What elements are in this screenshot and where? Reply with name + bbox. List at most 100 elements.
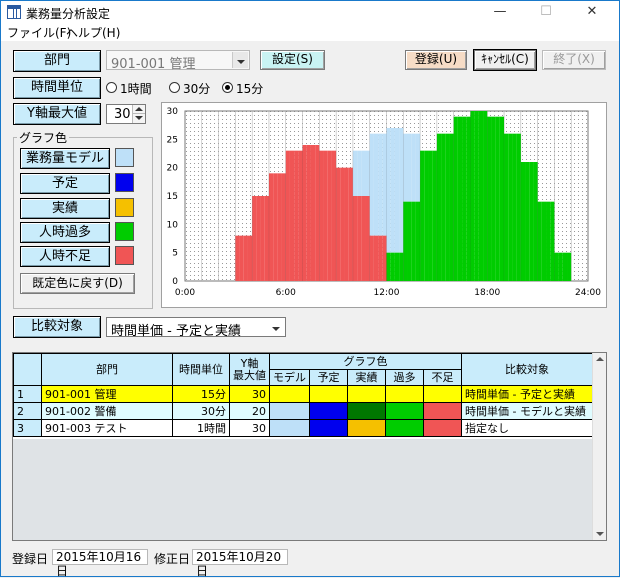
reg-date-field: 2015年10月16日 [52, 549, 148, 578]
shortage-bar [243, 235, 248, 281]
shortage-bar [352, 196, 358, 281]
dept-select[interactable]: 901-001 管理 [106, 50, 250, 72]
spin-up-icon[interactable] [132, 105, 145, 114]
excess-bar [407, 201, 412, 281]
excess-bar [457, 116, 463, 282]
menu-file[interactable]: ファイル(F) [7, 24, 71, 41]
menu-help[interactable]: ヘルプ(H) [66, 24, 120, 41]
col-over: 過多 [385, 369, 424, 386]
shortage-bar [260, 196, 265, 281]
time-unit-label: 時間単位 [13, 77, 101, 99]
app-icon [7, 5, 21, 19]
maximize-button[interactable]: ☐ [523, 1, 569, 23]
shortage-bar [348, 167, 353, 281]
reg-date-label: 登録日 [12, 552, 49, 566]
table-row[interactable]: 2 901-002 警備 30分 20 時間単価 - モデルと実績 [13, 402, 593, 420]
table-row[interactable]: 3 901-003 テスト 1時間 30 指定なし [13, 419, 593, 437]
excess-bar [466, 116, 471, 282]
menu-bar: ファイル(F) ヘルプ(H) [1, 23, 619, 41]
radio-15min[interactable] [222, 82, 233, 93]
y-tick-label: 10 [167, 220, 179, 230]
radio-30min-label: 30分 [183, 82, 211, 96]
row-dept: 901-003 テスト [41, 419, 173, 437]
row-number: 3 [13, 419, 42, 437]
shortage-bar [310, 145, 316, 281]
color-swatch-over[interactable] [115, 222, 134, 241]
y-tick-label: 15 [167, 192, 178, 202]
shortage-bar [340, 167, 345, 281]
col-yaxis: Y軸 最大値 [229, 353, 270, 386]
color-swatch-short[interactable] [115, 246, 134, 265]
reset-colors-button[interactable]: 既定色に戻す(D) [20, 273, 135, 294]
shortage-bar [327, 150, 332, 281]
row-color-actual [347, 385, 386, 403]
color-swatch-model[interactable] [115, 148, 134, 167]
chart-panel: 0 5 10 15 20 25 30 0:00 6:00 12:00 18:00 24:00 [161, 102, 607, 308]
radio-30min[interactable] [169, 82, 180, 93]
col-num [13, 353, 42, 386]
row-color-actual [347, 402, 386, 420]
cancel-button[interactable]: ｷｬﾝｾﾙ(C) [473, 49, 537, 71]
ymax-label: Y軸最大値 [13, 103, 101, 125]
model-bar [411, 133, 416, 202]
window-title: 業務量分析設定 [26, 7, 111, 21]
excess-bar [474, 111, 479, 281]
register-button[interactable]: 登録(U) [405, 50, 467, 70]
excess-bar [478, 111, 484, 281]
color-swatch-actual[interactable] [115, 198, 134, 217]
col-short: 不足 [423, 369, 462, 386]
excess-bar [525, 162, 530, 281]
shortage-bar [247, 235, 253, 281]
shortage-bar [298, 150, 303, 281]
minimize-button[interactable]: — [477, 1, 523, 23]
excess-bar [483, 111, 488, 281]
excess-bar [491, 116, 496, 282]
spin-down-icon[interactable] [132, 114, 145, 123]
row-color-model [269, 402, 310, 420]
row-ymax: 20 [229, 402, 270, 420]
excess-bar [390, 252, 395, 281]
row-compare: 時間単価 - モデルと実績 [461, 402, 593, 420]
excess-bar [399, 252, 404, 281]
shortage-bar [369, 235, 374, 281]
scroll-down-icon[interactable] [596, 532, 604, 536]
y-tick-label: 0 [172, 277, 178, 287]
graph-colors-title: グラフ色 [17, 129, 70, 146]
model-bar [352, 150, 358, 196]
excess-bar [550, 201, 555, 281]
col-plan: 予定 [309, 369, 348, 386]
y-tick-label: 30 [167, 107, 179, 117]
excess-bar [403, 201, 408, 281]
scroll-up-icon[interactable] [596, 357, 604, 361]
color-swatch-plan[interactable] [115, 173, 134, 192]
excess-bar [520, 162, 526, 281]
radio-1hour[interactable] [106, 82, 117, 93]
set-button[interactable]: 設定(S) [260, 50, 325, 70]
model-bar [361, 150, 366, 196]
ymax-spinner[interactable]: 30 [106, 104, 146, 124]
close-button[interactable]: ✕ [569, 1, 615, 23]
compare-select[interactable]: 時間単価 - 予定と実績 [106, 317, 286, 339]
excess-bar [537, 201, 542, 281]
model-bar [390, 128, 395, 253]
table-scrollbar[interactable] [592, 353, 606, 540]
model-bar [378, 133, 383, 236]
model-bar [403, 133, 408, 202]
row-color-short [423, 385, 462, 403]
excess-bar [420, 150, 425, 281]
shortage-bar [273, 173, 278, 281]
shortage-bar [306, 145, 311, 281]
model-bar [415, 133, 421, 202]
col-colors: グラフ色 [269, 353, 462, 370]
row-time-unit: 1時間 [172, 419, 230, 437]
excess-bar [554, 252, 559, 281]
exit-button[interactable]: 終了(X) [542, 50, 606, 70]
radio-15min-label: 15分 [236, 82, 264, 96]
excess-bar [436, 133, 442, 281]
excess-bar [562, 252, 568, 281]
table-row[interactable]: 1 901-001 管理 15分 30 時間単価 - 予定と実績 [13, 385, 593, 403]
radio-1hour-label: 1時間 [120, 82, 152, 96]
excess-bar [428, 150, 433, 281]
excess-bar [453, 116, 458, 282]
model-bar [386, 128, 391, 253]
